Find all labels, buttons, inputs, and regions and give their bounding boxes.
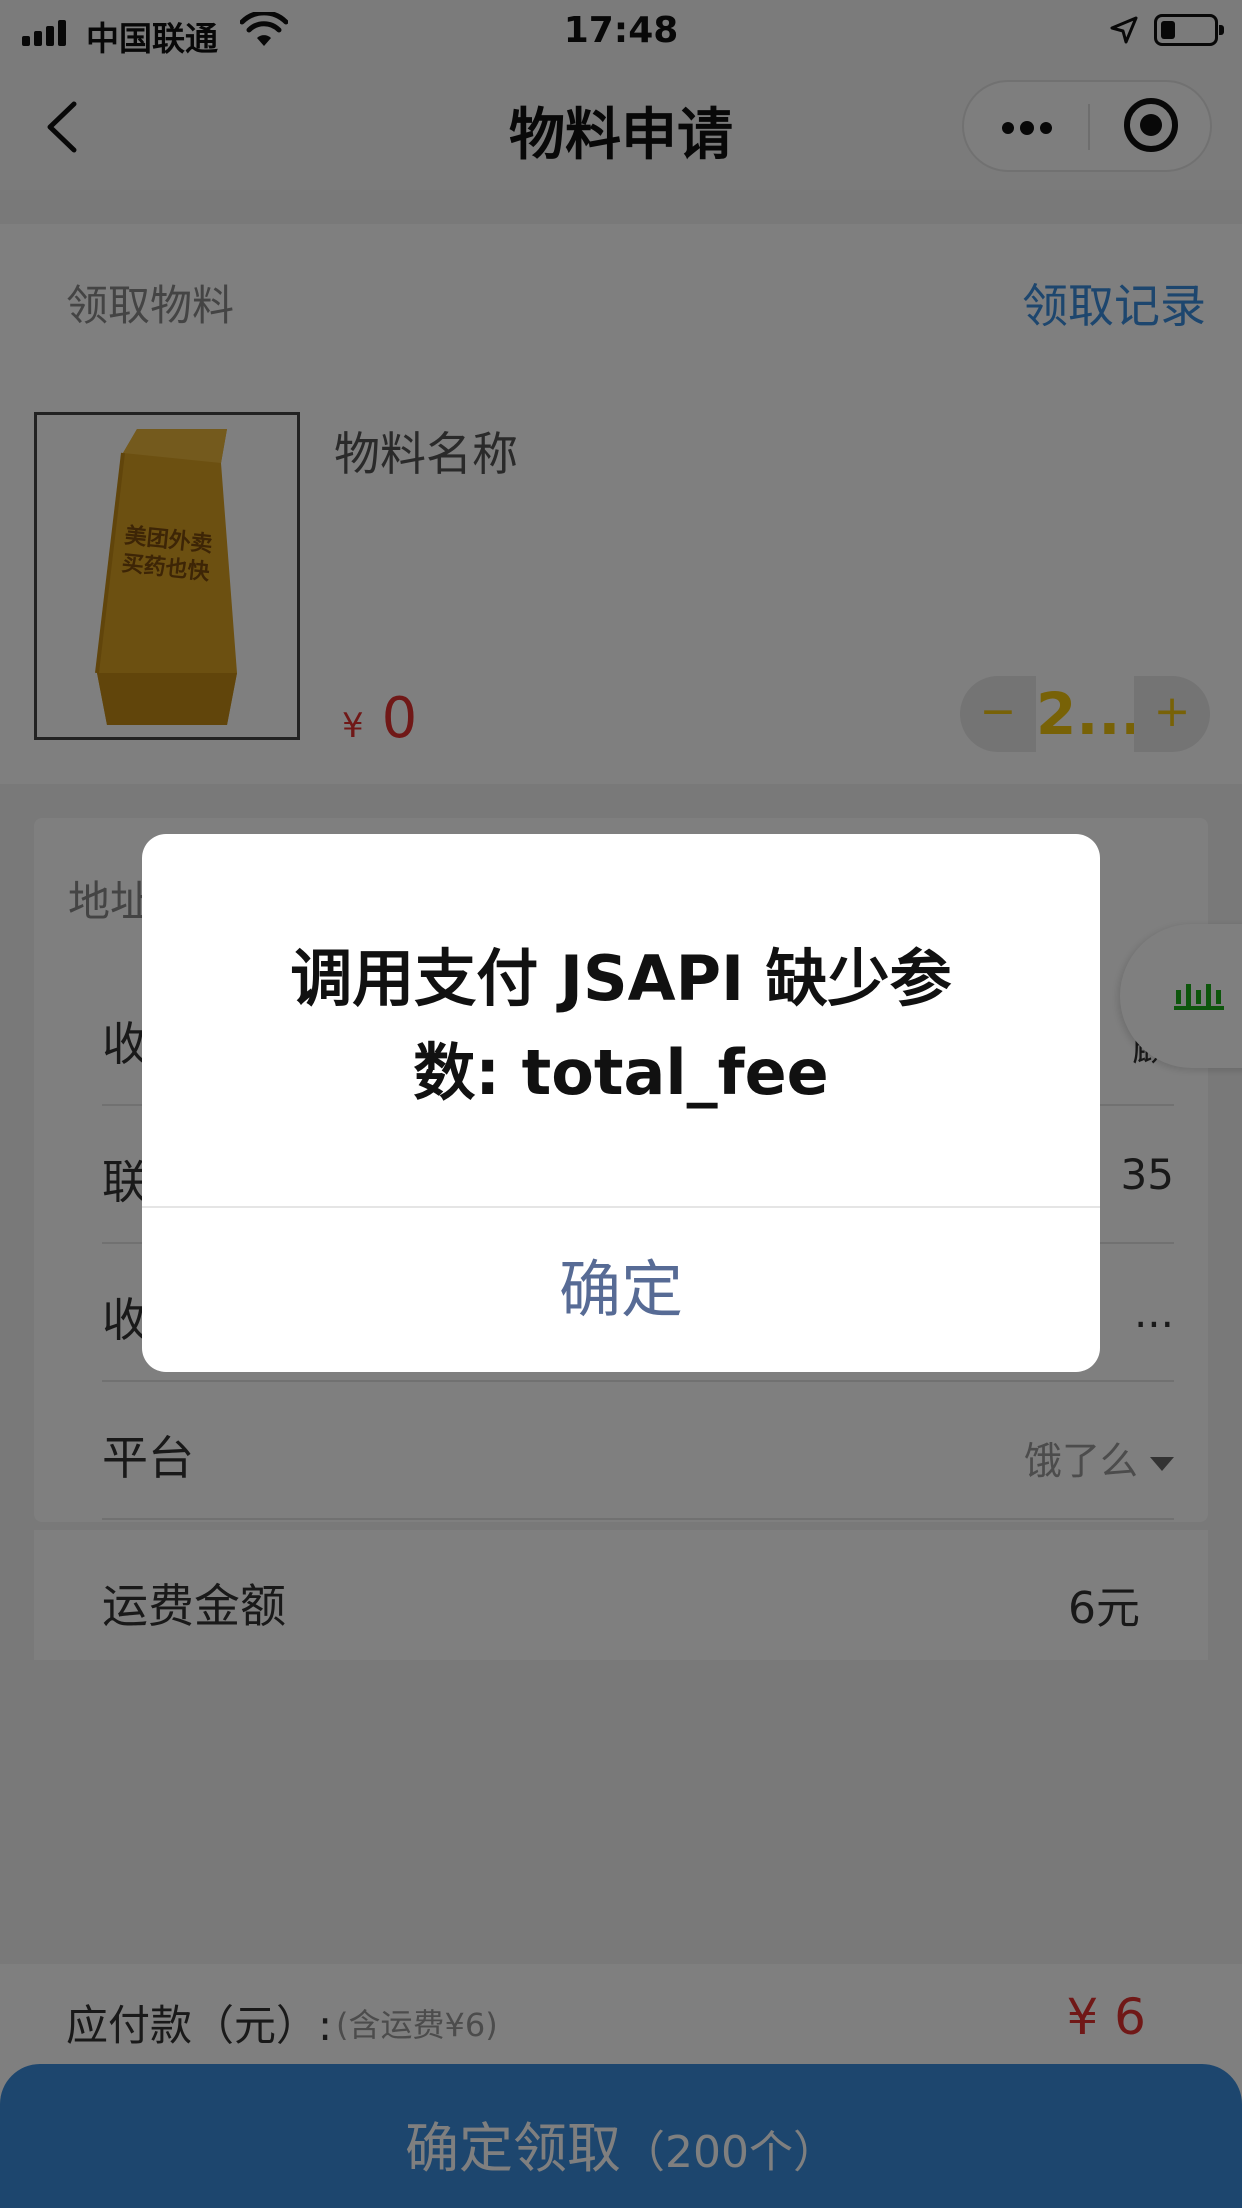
dialog-confirm-button[interactable]: 确定 [142,1208,1100,1372]
dialog-message: 调用支付 JSAPI 缺少参 数: total_fee [202,932,1040,1120]
dialog-message-line1: 调用支付 JSAPI 缺少参 [290,942,952,1015]
alert-dialog: 调用支付 JSAPI 缺少参 数: total_fee 确定 [142,834,1100,1372]
dialog-message-line2: 数: total_fee [413,1036,829,1109]
